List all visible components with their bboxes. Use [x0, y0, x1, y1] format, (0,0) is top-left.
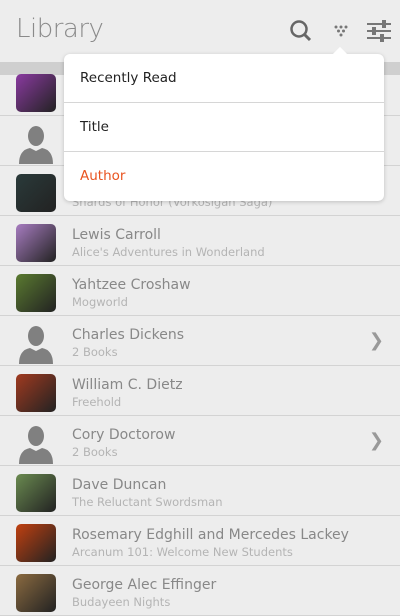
- list-item[interactable]: Rosemary Edghill and Mercedes Lackey Arca…: [0, 516, 400, 566]
- book-cover: [16, 274, 56, 312]
- book-cover: [16, 174, 56, 212]
- author-subtitle: 2 Books: [72, 345, 118, 359]
- author-subtitle: 2 Books: [72, 445, 118, 459]
- author-subtitle: Mogworld: [72, 295, 128, 309]
- book-cover: [16, 474, 56, 512]
- person-avatar-icon: [16, 124, 56, 164]
- author-name: Charles Dickens: [72, 327, 184, 343]
- author-name: Cory Doctorow: [72, 427, 176, 443]
- author-name: Lewis Carroll: [72, 227, 161, 243]
- sort-menu: Recently Read Title Author: [64, 54, 384, 201]
- author-name: William C. Dietz: [72, 377, 183, 393]
- list-item[interactable]: Yahtzee Croshaw Mogworld: [0, 266, 400, 316]
- author-subtitle: Alice's Adventures in Wonderland: [72, 245, 265, 259]
- author-subtitle: Arcanum 101: Welcome New Students: [72, 545, 293, 559]
- book-cover: [16, 224, 56, 262]
- chevron-right-icon: ❯: [368, 430, 384, 451]
- author-name: Rosemary Edghill and Mercedes Lackey: [72, 527, 349, 543]
- chevron-right-icon: ❯: [368, 330, 384, 351]
- book-cover: [16, 74, 56, 112]
- sort-option-author[interactable]: Author: [64, 152, 384, 201]
- list-item[interactable]: William C. Dietz Freehold: [0, 366, 400, 416]
- sort-icon[interactable]: [328, 18, 354, 44]
- settings-icon[interactable]: [366, 18, 392, 44]
- person-avatar-icon: [16, 324, 56, 364]
- author-name: Yahtzee Croshaw: [72, 277, 191, 293]
- author-subtitle: The Reluctant Swordsman: [72, 495, 223, 509]
- person-avatar-icon: [16, 424, 56, 464]
- sort-option-recently-read[interactable]: Recently Read: [64, 54, 384, 103]
- search-icon[interactable]: [288, 18, 314, 44]
- author-name: Dave Duncan: [72, 477, 167, 493]
- author-subtitle: Freehold: [72, 395, 122, 409]
- list-item[interactable]: George Alec Effinger Budayeen Nights: [0, 566, 400, 616]
- book-cover: [16, 374, 56, 412]
- author-name: George Alec Effinger: [72, 577, 217, 593]
- list-item[interactable]: Cory Doctorow 2 Books ❯: [0, 416, 400, 466]
- book-cover: [16, 574, 56, 612]
- page-title: Library: [16, 14, 104, 44]
- sort-option-title[interactable]: Title: [64, 103, 384, 152]
- list-item[interactable]: Dave Duncan The Reluctant Swordsman: [0, 466, 400, 516]
- author-subtitle: Budayeen Nights: [72, 595, 171, 609]
- list-item[interactable]: Charles Dickens 2 Books ❯: [0, 316, 400, 366]
- book-cover: [16, 524, 56, 562]
- list-item[interactable]: Lewis Carroll Alice's Adventures in Wonde…: [0, 216, 400, 266]
